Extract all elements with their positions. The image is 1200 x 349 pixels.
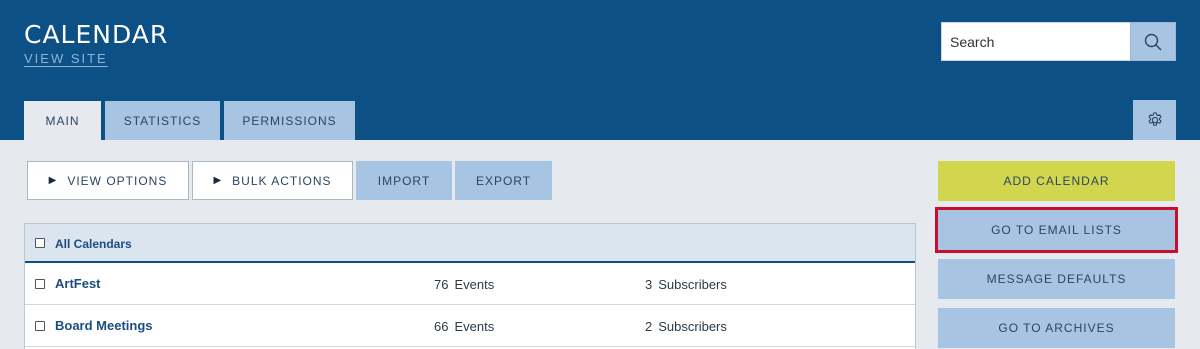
add-calendar-button[interactable]: ADD CALENDAR — [938, 161, 1175, 201]
view-options-label: VIEW OPTIONS — [67, 173, 168, 188]
search-icon — [1144, 33, 1162, 50]
events-count: 76 Events — [434, 277, 494, 292]
search-input[interactable] — [941, 22, 1131, 61]
all-calendars-label: All Calendars — [55, 237, 132, 251]
message-defaults-button[interactable]: MESSAGE DEFAULTS — [938, 259, 1175, 299]
bulk-actions-button[interactable]: ▶ BULK ACTIONS — [192, 161, 353, 200]
page-title: CALENDAR — [24, 20, 169, 49]
search-bar — [941, 22, 1176, 61]
calendar-name-link[interactable]: ArtFest — [55, 276, 101, 291]
table-header: All Calendars — [25, 224, 915, 263]
view-options-button[interactable]: ▶ VIEW OPTIONS — [27, 161, 189, 200]
go-to-archives-button[interactable]: GO TO ARCHIVES — [938, 308, 1175, 348]
subscribers-count: 3 Subscribers — [645, 277, 727, 292]
select-all-checkbox[interactable] — [35, 238, 45, 248]
events-label: Events — [454, 319, 495, 334]
events-label: Events — [454, 277, 495, 292]
export-button[interactable]: EXPORT — [455, 161, 552, 200]
triangle-right-icon: ▶ — [48, 175, 58, 186]
table-row: Board Meetings 66 Events 2 Subscribers — [25, 305, 915, 347]
events-count: 66 Events — [434, 319, 494, 334]
calendars-table: All Calendars ArtFest 76 Events 3 Subscrib… — [24, 223, 916, 349]
view-site-link[interactable]: VIEW SITE — [24, 51, 108, 66]
tab-main[interactable]: MAIN — [24, 101, 101, 140]
gear-icon — [1147, 112, 1162, 126]
calendar-name-link[interactable]: Board Meetings — [55, 318, 153, 333]
table-row: ArtFest 76 Events 3 Subscribers — [25, 263, 915, 305]
search-button[interactable] — [1130, 22, 1176, 61]
events-count-value: 76 — [434, 277, 449, 292]
tab-statistics[interactable]: STATISTICS — [105, 101, 220, 140]
subscribers-label: Subscribers — [658, 319, 727, 334]
subscribers-count-value: 3 — [645, 277, 653, 292]
row-checkbox[interactable] — [35, 321, 45, 331]
app-header: CALENDAR VIEW SITE MAIN STATISTICS PERMI… — [0, 0, 1200, 140]
row-checkbox[interactable] — [35, 279, 45, 289]
events-count-value: 66 — [434, 319, 449, 334]
triangle-right-icon: ▶ — [213, 175, 223, 186]
settings-button[interactable] — [1133, 100, 1176, 140]
import-button[interactable]: IMPORT — [356, 161, 452, 200]
subscribers-label: Subscribers — [658, 277, 727, 292]
go-to-email-lists-button[interactable]: GO TO EMAIL LISTS — [935, 207, 1178, 253]
subscribers-count-value: 2 — [645, 319, 653, 334]
subscribers-count: 2 Subscribers — [645, 319, 727, 334]
bulk-actions-label: BULK ACTIONS — [232, 173, 332, 188]
tab-permissions[interactable]: PERMISSIONS — [224, 101, 355, 140]
